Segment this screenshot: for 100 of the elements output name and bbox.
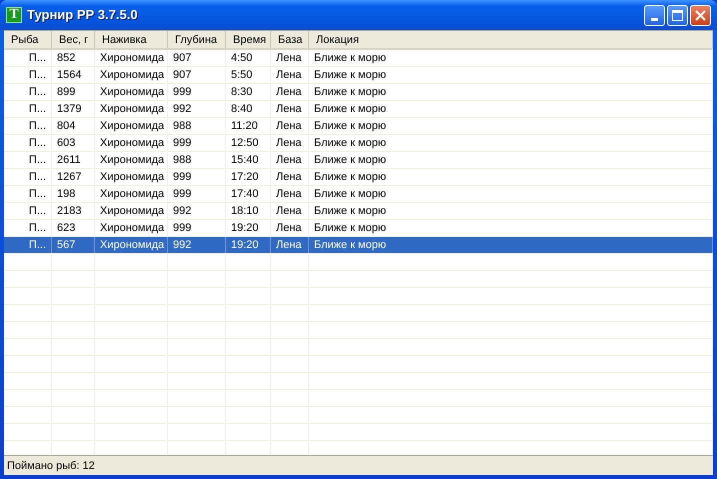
maximize-icon [672,10,683,20]
table-row[interactable]: П... 2611 Хирономида 988 15:40 Лена Ближе к морю [4,152,713,169]
table-cell: 2611 [52,152,95,168]
column-header[interactable]: База [271,31,309,48]
table-row[interactable]: П... 603 Хирономида 999 12:50 Лена Ближе к морю [4,135,713,152]
table-cell: Хирономида [95,84,168,100]
table-cell: 992 [168,101,226,117]
table-cell: Лена [271,50,309,66]
table-cell: 992 [168,203,226,219]
table-cell: 15:40 [226,152,271,168]
table-row[interactable]: П... 1564 Хирономида 907 5:50 Лена Ближе к морю [4,67,713,84]
table-row[interactable]: П... 804 Хирономида 988 11:20 Лена Ближе к морю [4,118,713,135]
table-cell: Лена [271,118,309,134]
table-row[interactable]: П... 1267 Хирономида 999 17:20 Лена Ближе к морю [4,169,713,186]
minimize-button[interactable] [644,4,665,26]
table-row[interactable]: П... 2183 Хирономида 992 18:10 Лена Ближе к морю [4,203,713,220]
table-row[interactable]: П... 567 Хирономида 992 19:20 Лена Ближе к морю [4,237,713,254]
table-cell: Хирономида [95,135,168,151]
table-cell: Лена [271,152,309,168]
table-cell: 1564 [52,67,95,83]
table-cell: П... [4,84,52,100]
table-cell: 999 [168,169,226,185]
table-cell: Лена [271,169,309,185]
table-cell: П... [4,135,52,151]
table-cell: 988 [168,152,226,168]
table-cell: Ближе к морю [309,50,713,66]
table-cell: П... [4,118,52,134]
table-cell: П... [4,50,52,66]
table-cell: Лена [271,135,309,151]
table-row[interactable]: П... 1379 Хирономида 992 8:40 Лена Ближе к морю [4,101,713,118]
table-row[interactable]: П... 852 Хирономида 907 4:50 Лена Ближе к морю [4,50,713,67]
table-row[interactable]: П... 198 Хирономида 999 17:40 Лена Ближе к морю [4,186,713,203]
table-cell: Ближе к морю [309,84,713,100]
table-cell: 17:20 [226,169,271,185]
table-cell: 907 [168,50,226,66]
column-header[interactable]: Рыба [4,31,52,48]
table-cell: Лена [271,203,309,219]
table-cell: 2183 [52,203,95,219]
table-cell: 852 [52,50,95,66]
close-button[interactable] [690,4,711,26]
table-cell: Ближе к морю [309,220,713,236]
column-header[interactable]: Локация [309,31,713,48]
table-cell: 5:50 [226,67,271,83]
table-cell: Ближе к морю [309,67,713,83]
table-cell: 999 [168,220,226,236]
table-cell: Лена [271,67,309,83]
table-cell: 8:30 [226,84,271,100]
table-cell: Ближе к морю [309,203,713,219]
table-cell: 999 [168,186,226,202]
table-cell: Хирономида [95,237,168,253]
column-header[interactable]: Наживка [95,31,168,48]
table-cell: Хирономида [95,50,168,66]
maximize-button[interactable] [667,4,688,26]
table-cell: 907 [168,67,226,83]
table-cell: П... [4,152,52,168]
table-cell: 8:40 [226,101,271,117]
table-cell: 198 [52,186,95,202]
table-cell: 1379 [52,101,95,117]
table-cell: П... [4,237,52,253]
table-cell: П... [4,67,52,83]
column-header[interactable]: Глубина [168,31,226,48]
table-cell: 999 [168,84,226,100]
table-cell: Ближе к морю [309,169,713,185]
table-cell: 623 [52,220,95,236]
table-cell: 11:20 [226,118,271,134]
table-cell: Ближе к морю [309,152,713,168]
table-cell: 12:50 [226,135,271,151]
table-cell: 19:20 [226,220,271,236]
table-cell: Ближе к морю [309,135,713,151]
close-icon [695,10,706,20]
column-header[interactable]: Время [226,31,271,48]
table-cell: Лена [271,237,309,253]
table-cell: 804 [52,118,95,134]
table-cell: 999 [168,135,226,151]
status-bar: Поймано рыб: 12 [4,455,713,475]
column-header[interactable]: Вес, г [52,31,95,48]
table-cell: Лена [271,84,309,100]
table-cell: П... [4,186,52,202]
minimize-icon [651,18,658,20]
table-cell: Ближе к морю [309,237,713,253]
table-cell: 4:50 [226,50,271,66]
table-cell: П... [4,203,52,219]
table-cell: Хирономида [95,186,168,202]
table-cell: П... [4,101,52,117]
window-title: Турнир РР 3.7.5.0 [27,6,138,24]
table-row[interactable]: П... 623 Хирономида 999 19:20 Лена Ближе к морю [4,220,713,237]
table-cell: Ближе к морю [309,101,713,117]
table-cell: Хирономида [95,118,168,134]
app-icon: T [6,7,22,23]
table-cell: 1267 [52,169,95,185]
table-cell: Хирономида [95,203,168,219]
table-cell: 567 [52,237,95,253]
table-cell: П... [4,220,52,236]
table-cell: 992 [168,237,226,253]
table-cell: Лена [271,101,309,117]
table-cell: Хирономида [95,152,168,168]
table-cell: 899 [52,84,95,100]
table-row[interactable]: П... 899 Хирономида 999 8:30 Лена Ближе к морю [4,84,713,101]
table-cell: 17:40 [226,186,271,202]
table-cell: Хирономида [95,169,168,185]
